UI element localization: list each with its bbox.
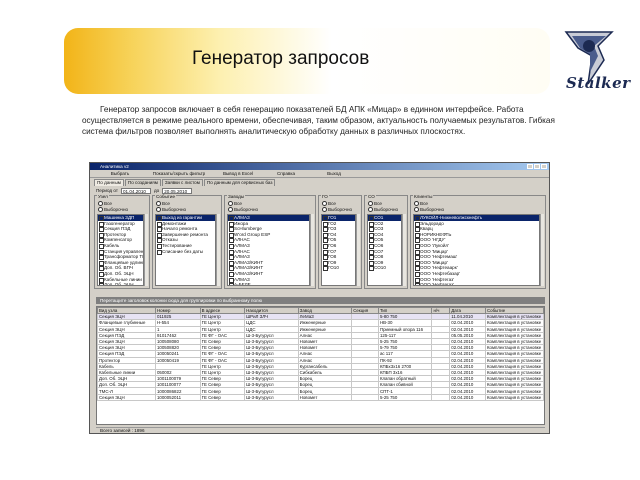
window-titlebar: Аналитика v2 <box>90 163 549 170</box>
table-cell: Комплектация в установке <box>484 368 544 377</box>
radio-all[interactable]: Все <box>156 201 170 206</box>
filter-label: Клиенты <box>413 194 434 199</box>
tab-requests[interactable]: Заявки с листом <box>161 179 203 186</box>
menu-bar: Выбрать Показать/скрыть фильтр Вывод в E… <box>90 170 549 178</box>
table-row[interactable]: Секция ЭЦН 1000052011 ГЕ Север Ш-3-Бугурусл… <box>97 393 544 401</box>
scrollbar[interactable] <box>144 214 148 286</box>
tab-by-creation[interactable]: По созданиям <box>124 179 161 186</box>
app-window: Аналитика v2 Выбрать Показать/скрыть фил… <box>89 162 550 434</box>
window-title: Аналитика v2 <box>100 164 129 169</box>
filter-list-item[interactable]: ГО10 <box>322 265 355 271</box>
table-cell: Комплектация в установке <box>484 393 544 401</box>
filter-list[interactable]: ГО1 ГО2 ГО3 ГО4 ГО5 ГО6 ГО7 ГО8 ГО9 ГО10 <box>321 214 356 286</box>
scrollbar[interactable] <box>540 214 544 286</box>
table-cell: 5-25 750 <box>377 393 433 401</box>
filter-label: Узел <box>97 194 109 199</box>
scrollbar[interactable] <box>310 214 314 286</box>
filter-list[interactable]: Машинка ЗДП Газогенератор Секция ПЭД Протек… <box>97 214 144 286</box>
radio-all[interactable]: Все <box>368 201 382 206</box>
tab-by-data[interactable]: По данным <box>94 179 124 186</box>
filter-list-item[interactable]: Доп. Об. ЭЦН <box>98 282 143 285</box>
radio-selective[interactable]: Выборочно <box>414 207 444 212</box>
radio-selective[interactable]: Выборочно <box>228 207 258 212</box>
table-cell: Комплектация в установке <box>484 356 544 364</box>
close-icon[interactable] <box>541 164 547 169</box>
table-cell: Комплектация в установке <box>484 375 544 383</box>
table-cell <box>431 393 451 401</box>
description-text: Генератор запросов включает в себя генер… <box>82 105 555 137</box>
date-from-input[interactable]: 01.04.2010 <box>120 187 151 194</box>
filter-list[interactable]: СО1 СО2 СО3 СО4 СО5 СО6 СО7 СО8 СО9 СО10 <box>367 214 402 286</box>
radio-selective[interactable]: Выборочно <box>368 207 398 212</box>
filter-list-item[interactable]: СО10 <box>368 265 401 271</box>
menu-toggle-filter[interactable]: Показать/скрыть фильтр <box>144 170 214 177</box>
menu-export-excel[interactable]: Вывод в Excel <box>214 170 262 177</box>
filter-list[interactable]: АЛМАЗ Ижора ScHlumberge W'ord Group ESP АЛНА… <box>227 214 310 286</box>
date-to-label: до <box>153 188 160 193</box>
date-to-input[interactable]: 20.05.2010 <box>162 187 193 194</box>
tab-strip: По данным По созданиям Заявки с листом П… <box>90 178 549 186</box>
filter-box-5: Клиенты Все Выборочно ЛУКОЙЛ-Нижневолжскнеф… <box>410 194 546 289</box>
filter-box-3: ГО Все Выборочно ГО1 ГО2 ГО3 ГО4 ГО5 ГО6 ГО7 ГО8 ГО… <box>318 194 362 289</box>
filters-panel: Узел Все Выборочно Машинка ЗДП Газогенератор… <box>90 194 549 291</box>
maximize-icon[interactable] <box>534 164 540 169</box>
table-cell: Комплектация в установке <box>484 350 544 358</box>
status-bar: Всего записей : 1896 <box>96 427 545 433</box>
group-by-banner[interactable]: Перетащите заголовок колонки сюда для гр… <box>96 297 545 304</box>
radio-selective[interactable]: Выборочно <box>322 207 352 212</box>
scrollbar[interactable] <box>402 214 406 286</box>
table-cell: ГЕ Север <box>199 393 246 401</box>
radio-selective[interactable]: Выборочно <box>98 207 128 212</box>
table-cell: Ш-3-Бугурусл <box>244 393 299 401</box>
tab-service-bases[interactable]: По данным для сервисных баз <box>203 179 276 186</box>
radio-all[interactable]: Все <box>322 201 336 206</box>
filter-list-item[interactable]: Списание без даты <box>156 249 215 255</box>
filter-label: СО <box>367 194 376 199</box>
filter-list-item[interactable]: ООО 'Нефтегаз' <box>414 282 539 285</box>
table-cell: 1000052011 <box>154 393 201 401</box>
description: Генератор запросов включает в себя генер… <box>82 104 582 138</box>
radio-all[interactable]: Все <box>98 201 112 206</box>
period-label: Период от <box>96 188 118 193</box>
minimize-icon[interactable] <box>527 164 533 169</box>
radio-all[interactable]: Все <box>228 201 242 206</box>
radio-all[interactable]: Все <box>414 201 428 206</box>
table-cell: Комплектация в установке <box>484 387 544 395</box>
table-cell: Комплектация в установке <box>484 319 544 327</box>
table-cell: Комплектация в установке <box>484 337 544 346</box>
menu-select[interactable]: Выбрать <box>96 170 144 177</box>
page-title: Генератор запросов <box>192 48 370 69</box>
table-cell: Комплектация в установке <box>484 313 544 321</box>
filter-label: Заводы <box>227 194 246 199</box>
filter-box-1: Событие Все Выборочно Выход из гарантии Демо… <box>152 194 222 289</box>
table-cell <box>351 393 379 401</box>
table-cell: Секция ЭЦН <box>97 393 156 401</box>
table-cell: Комплектация в установке <box>484 325 544 333</box>
table-cell: Комплектация в установке <box>484 331 544 339</box>
logo-text: Stalker <box>566 74 631 92</box>
filter-box-4: СО Все Выборочно СО1 СО2 СО3 СО4 СО5 СО6 СО7 СО8 СО… <box>364 194 408 289</box>
table-cell: 02.04.2010 <box>449 393 486 401</box>
filter-list[interactable]: ЛУКОЙЛ-Нижневолжскнефть Эльдорадо Кварц НОР… <box>413 214 540 286</box>
filter-box-0: Узел Все Выборочно Машинка ЗДП Газогенератор… <box>94 194 150 289</box>
menu-exit[interactable]: Выход <box>310 170 358 177</box>
filter-list[interactable]: Выход из гарантии Демонтажи Начало ремонта… <box>155 214 216 286</box>
scrollbar[interactable] <box>216 214 220 286</box>
filter-list-item[interactable]: А-БЕЛЕ <box>228 282 309 285</box>
table-cell: Новомет <box>297 393 353 401</box>
table-cell: Комплектация в установке <box>484 362 544 370</box>
filter-label: ГО <box>321 194 329 199</box>
radio-selective[interactable]: Выборочно <box>156 207 186 212</box>
filter-label: Событие <box>155 194 177 199</box>
menu-help[interactable]: Справка <box>262 170 310 177</box>
filter-box-2: Заводы Все Выборочно АЛМАЗ Ижора ScHlumberge W… <box>224 194 316 289</box>
scrollbar[interactable] <box>356 214 360 286</box>
table-cell: Комплектация в установке <box>484 344 544 352</box>
results-grid: Вид узла Номер В адресе Находится Завод Секци… <box>96 306 545 425</box>
table-cell: Комплектация в установке <box>484 381 544 389</box>
